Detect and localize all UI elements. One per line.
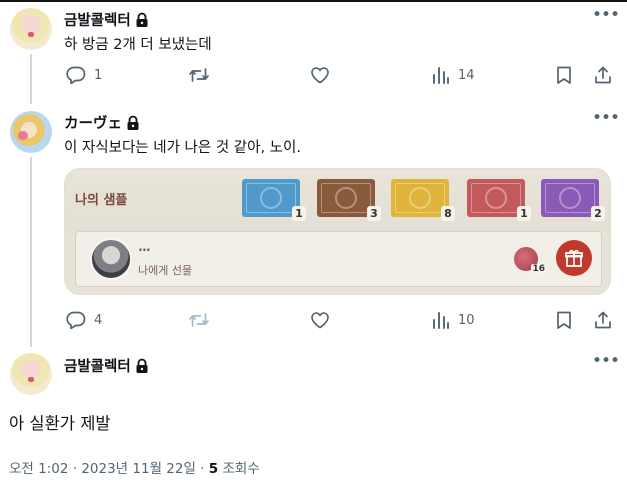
- views-count: 14: [458, 67, 475, 83]
- sample-tile: 2: [541, 179, 605, 221]
- retweet-icon: [189, 68, 209, 82]
- views-button[interactable]: 10: [432, 311, 475, 329]
- reply-button[interactable]: 4: [66, 311, 102, 329]
- lock-icon: [127, 115, 139, 130]
- share-button[interactable]: [594, 66, 612, 84]
- thread-line: [30, 157, 32, 347]
- more-icon[interactable]: •••: [592, 110, 620, 127]
- sample-count: 1: [292, 206, 306, 221]
- more-icon[interactable]: •••: [592, 353, 620, 370]
- sample-tile: 3: [317, 179, 381, 221]
- avatar[interactable]: [10, 111, 52, 153]
- author-name-text[interactable]: カーヴェ: [64, 116, 122, 132]
- tweet-text: 하 방금 2개 더 보냈는데: [64, 37, 212, 53]
- gift-avatar: [90, 238, 132, 280]
- sample-count: 1: [517, 206, 531, 221]
- view-count: 5: [208, 461, 219, 477]
- reply-icon: [66, 311, 86, 329]
- media-card[interactable]: 나의 샘플 1 3 8 1 2 ... 나에게 선물 16: [64, 168, 611, 295]
- avatar[interactable]: [10, 8, 52, 50]
- sample-tile: 1: [467, 179, 531, 221]
- retweet-button[interactable]: [188, 66, 210, 84]
- sample-title: 나의 샘플: [75, 193, 128, 208]
- main-tweet-text: 아 실환가 제발: [9, 414, 111, 433]
- reply-count: 1: [94, 67, 103, 83]
- tweet-text: 이 자식보다는 네가 나은 것 같아, 노이.: [64, 140, 301, 156]
- views-button[interactable]: 14: [432, 66, 475, 84]
- top-divider: [0, 0, 627, 2]
- author-name[interactable]: 금발콜렉터: [64, 9, 149, 30]
- lock-icon: [136, 12, 148, 27]
- author-name[interactable]: カーヴェ: [64, 112, 140, 133]
- retweet-button[interactable]: [188, 311, 210, 329]
- author-name[interactable]: 금발콜렉터: [64, 355, 149, 376]
- like-icon: [311, 67, 329, 84]
- sample-count: 8: [441, 206, 455, 221]
- reply-icon: [66, 66, 86, 84]
- sample-tile: 8: [391, 179, 455, 221]
- gift-panel: ... 나에게 선물 16: [75, 231, 602, 287]
- like-icon: [311, 312, 329, 329]
- token-count: 16: [531, 264, 546, 274]
- gift-label: 나에게 선물: [138, 264, 193, 277]
- tweet-timestamp[interactable]: 오전 1:02 · 2023년 11월 22일 ·: [9, 461, 209, 477]
- share-button[interactable]: [594, 311, 612, 329]
- author-name-text[interactable]: 금발콜렉터: [64, 359, 131, 375]
- like-button[interactable]: [310, 311, 330, 329]
- gift-icon: [565, 249, 583, 267]
- reply-button[interactable]: 1: [66, 66, 102, 84]
- bookmark-icon: [557, 66, 571, 84]
- views-count: 10: [458, 312, 475, 328]
- share-icon: [595, 311, 611, 329]
- sample-count: 2: [591, 206, 605, 221]
- gift-button: [556, 240, 592, 276]
- thread-line: [30, 54, 32, 104]
- bookmark-button[interactable]: [556, 66, 572, 84]
- avatar[interactable]: [10, 353, 52, 395]
- lock-icon: [136, 358, 148, 373]
- views-icon: [433, 67, 449, 84]
- bookmark-button[interactable]: [556, 311, 572, 329]
- reply-count: 4: [94, 312, 103, 328]
- gift-dots: ...: [138, 240, 151, 255]
- views-icon: [433, 312, 449, 329]
- sample-tile: 1: [242, 179, 306, 221]
- author-name-text[interactable]: 금발콜렉터: [64, 13, 131, 29]
- like-button[interactable]: [310, 66, 330, 84]
- more-icon[interactable]: •••: [592, 7, 620, 24]
- share-icon: [595, 66, 611, 84]
- gift-token: 16: [514, 247, 546, 274]
- bookmark-icon: [557, 311, 571, 329]
- retweet-icon: [189, 313, 209, 327]
- sample-header: 나의 샘플 1 3 8 1 2: [65, 169, 610, 231]
- view-label: 조회수: [218, 461, 260, 477]
- sample-count: 3: [367, 206, 381, 221]
- tweet-meta: 오전 1:02 · 2023년 11월 22일 · 5 조회수: [9, 457, 260, 477]
